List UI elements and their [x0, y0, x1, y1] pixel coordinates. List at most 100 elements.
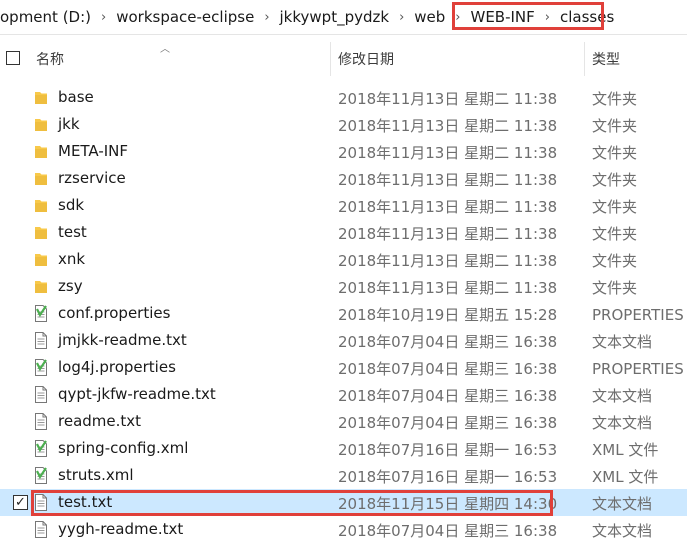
file-type: PROPERTIES 文 [592, 306, 687, 324]
breadcrumb-item[interactable]: opment (D:) [0, 8, 97, 26]
file-type: XML 文件 [592, 441, 659, 459]
file-name: jmjkk-readme.txt [58, 331, 187, 349]
file-name: jkk [58, 115, 80, 133]
file-date: 2018年11月13日 星期二 11:38 [338, 198, 558, 216]
table-row[interactable]: conf.properties 2018年10月19日 星期五 15:28 PROP… [0, 300, 687, 327]
file-date: 2018年10月19日 星期五 15:28 [338, 306, 558, 324]
file-name: struts.xml [58, 466, 134, 484]
chevron-right-icon: › [455, 9, 461, 25]
folder-icon [34, 170, 48, 187]
file-date: 2018年11月13日 星期二 11:38 [338, 117, 558, 135]
file-type: 文本文档 [592, 414, 653, 432]
file-type: 文件夹 [592, 198, 638, 216]
file-date: 2018年11月13日 星期二 11:38 [338, 144, 558, 162]
file-name: yygh-readme.txt [58, 520, 184, 538]
file-date: 2018年11月15日 星期四 14:30 [338, 495, 558, 513]
folder-icon [34, 251, 48, 268]
table-row[interactable]: struts.xml 2018年07月16日 星期一 16:53 XML 文件 [0, 462, 687, 489]
file-type: 文件夹 [592, 279, 638, 297]
chevron-right-icon: › [264, 9, 270, 25]
text-file-icon [34, 332, 48, 349]
file-list: base 2018年11月13日 星期二 11:38 文件夹 jkk 2018年11月1… [0, 84, 687, 543]
text-file-icon [34, 521, 48, 538]
file-name: conf.properties [58, 304, 171, 322]
table-row[interactable]: META-INF 2018年11月13日 星期二 11:38 文件夹 [0, 138, 687, 165]
column-header-row: ︿ 名称 修改日期 类型 [0, 42, 687, 76]
config-file-icon [34, 305, 48, 322]
file-type: 文本文档 [592, 522, 653, 540]
column-header-type[interactable]: 类型 [592, 49, 620, 69]
chevron-right-icon: › [544, 9, 550, 25]
file-type: XML 文件 [592, 468, 659, 486]
breadcrumb-item[interactable]: web [408, 8, 451, 26]
file-date: 2018年07月04日 星期三 16:38 [338, 333, 558, 351]
breadcrumb-item[interactable]: classes [554, 8, 620, 26]
file-date: 2018年11月13日 星期二 11:38 [338, 225, 558, 243]
file-name: META-INF [58, 142, 129, 160]
sort-ascending-icon: ︿ [160, 44, 170, 55]
file-name: base [58, 88, 94, 106]
file-type: 文本文档 [592, 387, 653, 405]
table-row[interactable]: spring-config.xml 2018年07月16日 星期一 16:53 XM… [0, 435, 687, 462]
file-type: PROPERTIES 文 [592, 360, 687, 378]
table-row[interactable]: jmjkk-readme.txt 2018年07月04日 星期三 16:38 文本文… [0, 327, 687, 354]
file-date: 2018年11月13日 星期二 11:38 [338, 279, 558, 297]
file-type: 文本文档 [592, 333, 653, 351]
file-date: 2018年07月04日 星期三 16:38 [338, 522, 558, 540]
file-name: test.txt [58, 493, 113, 511]
file-date: 2018年07月16日 星期一 16:53 [338, 468, 558, 486]
table-row[interactable]: rzservice 2018年11月13日 星期二 11:38 文件夹 [0, 165, 687, 192]
table-row[interactable]: base 2018年11月13日 星期二 11:38 文件夹 [0, 84, 687, 111]
file-type: 文件夹 [592, 171, 638, 189]
folder-icon [34, 197, 48, 214]
breadcrumb-item[interactable]: workspace-eclipse [110, 8, 260, 26]
file-date: 2018年11月13日 星期二 11:38 [338, 171, 558, 189]
table-row[interactable]: sdk 2018年11月13日 星期二 11:38 文件夹 [0, 192, 687, 219]
folder-icon [34, 224, 48, 241]
table-row[interactable]: yygh-readme.txt 2018年07月04日 星期三 16:38 文本文档 [0, 516, 687, 543]
file-name: log4j.properties [58, 358, 176, 376]
row-checkbox[interactable]: ✓ [13, 495, 28, 510]
file-date: 2018年07月04日 星期三 16:38 [338, 360, 558, 378]
select-all-checkbox[interactable] [6, 51, 20, 65]
file-date: 2018年07月16日 星期一 16:53 [338, 441, 558, 459]
table-row[interactable]: test 2018年11月13日 星期二 11:38 文件夹 [0, 219, 687, 246]
column-header-date[interactable]: 修改日期 [338, 49, 394, 69]
table-row[interactable]: qypt-jkfw-readme.txt 2018年07月04日 星期三 16:3… [0, 381, 687, 408]
file-type: 文本文档 [592, 495, 653, 513]
file-type: 文件夹 [592, 252, 638, 270]
folder-icon [34, 89, 48, 106]
breadcrumb-item[interactable]: jkkywpt_pydzk [274, 8, 396, 26]
table-row[interactable]: ✓ test.txt 2018年11月15日 星期四 14:30 文本文档 [0, 489, 687, 516]
table-row[interactable]: jkk 2018年11月13日 星期二 11:38 文件夹 [0, 111, 687, 138]
file-name: xnk [58, 250, 86, 268]
config-file-icon [34, 440, 48, 457]
breadcrumb-item[interactable]: WEB-INF [465, 8, 541, 26]
file-name: zsy [58, 277, 83, 295]
file-name: readme.txt [58, 412, 142, 430]
table-row[interactable]: log4j.properties 2018年07月04日 星期三 16:38 PRO… [0, 354, 687, 381]
chevron-right-icon: › [399, 9, 405, 25]
table-row[interactable]: readme.txt 2018年07月04日 星期三 16:38 文本文档 [0, 408, 687, 435]
column-divider[interactable] [330, 42, 331, 76]
file-name: test [58, 223, 87, 241]
text-file-icon [34, 386, 48, 403]
file-name: qypt-jkfw-readme.txt [58, 385, 216, 403]
file-name: spring-config.xml [58, 439, 189, 457]
table-row[interactable]: zsy 2018年11月13日 星期二 11:38 文件夹 [0, 273, 687, 300]
column-header-name[interactable]: 名称 [36, 49, 64, 69]
column-divider[interactable] [584, 42, 585, 76]
file-date: 2018年07月04日 星期三 16:38 [338, 387, 558, 405]
folder-icon [34, 116, 48, 133]
chevron-right-icon: › [101, 9, 107, 25]
file-name: rzservice [58, 169, 126, 187]
file-date: 2018年11月13日 星期二 11:38 [338, 252, 558, 270]
file-name: sdk [58, 196, 85, 214]
address-bar[interactable]: opment (D:) › workspace-eclipse › jkkywp… [0, 0, 687, 35]
file-date: 2018年11月13日 星期二 11:38 [338, 90, 558, 108]
file-type: 文件夹 [592, 90, 638, 108]
folder-icon [34, 143, 48, 160]
table-row[interactable]: xnk 2018年11月13日 星期二 11:38 文件夹 [0, 246, 687, 273]
config-file-icon [34, 359, 48, 376]
folder-icon [34, 278, 48, 295]
